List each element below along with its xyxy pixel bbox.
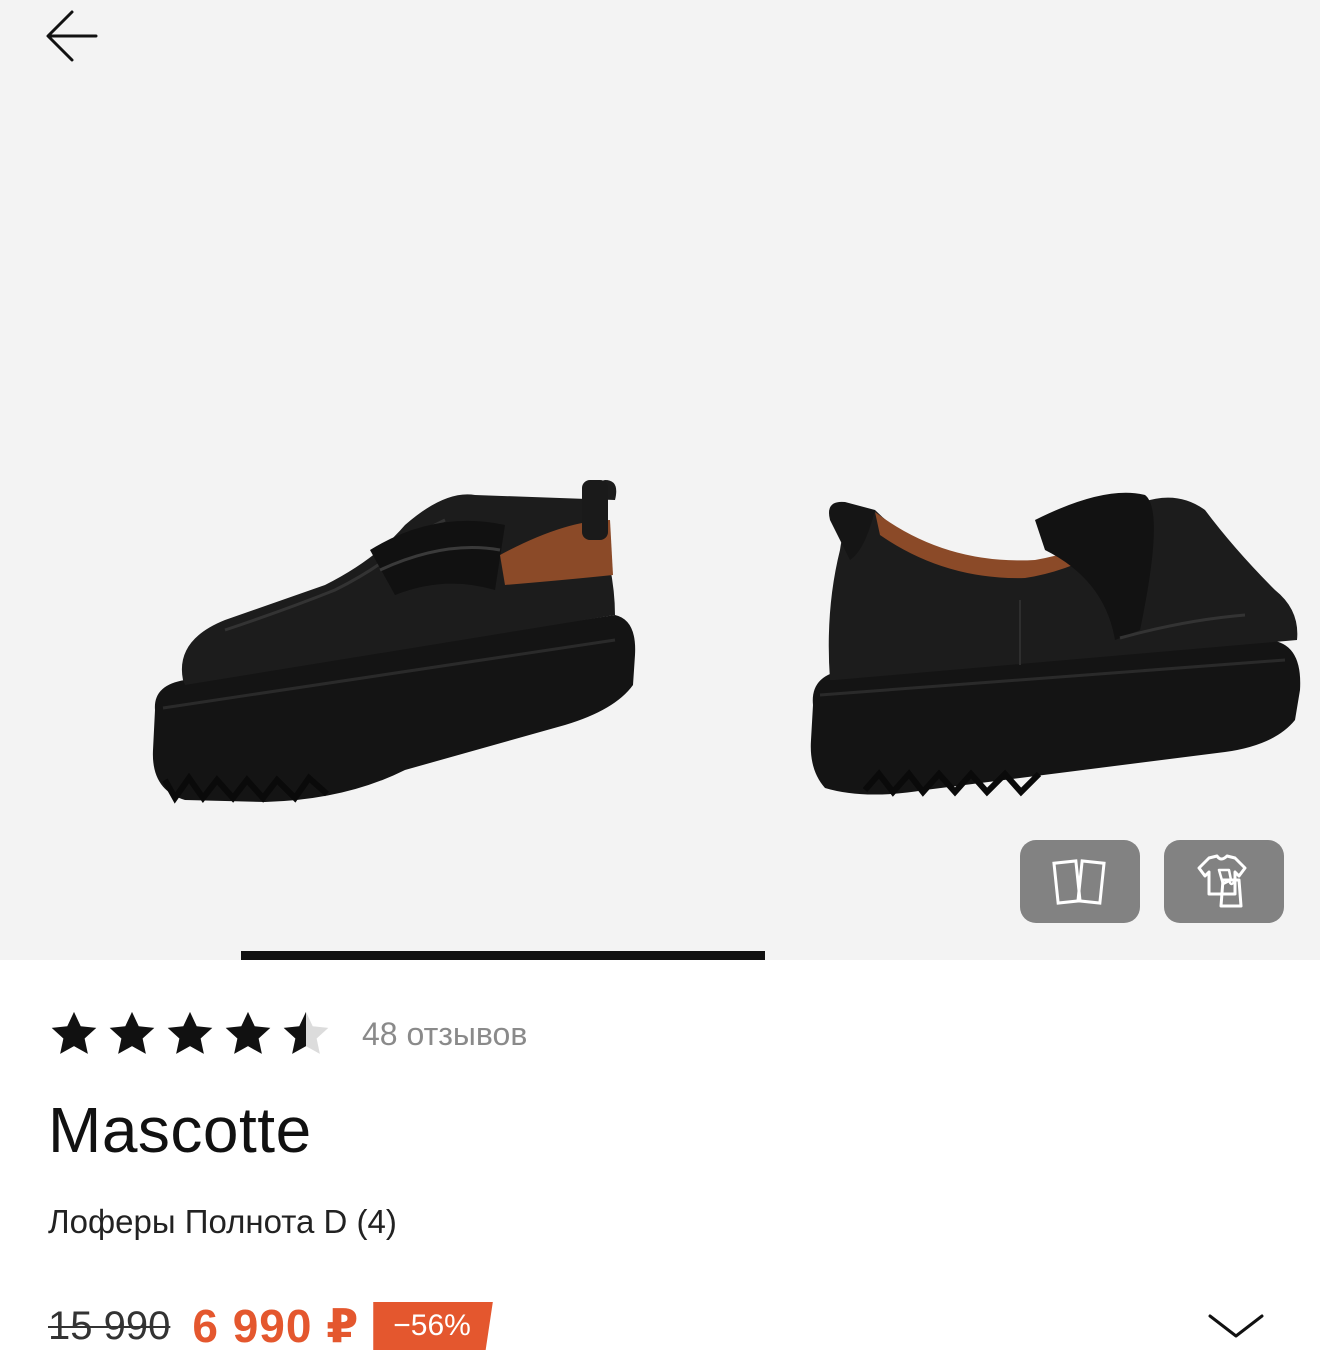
chevron-down-icon (1208, 1314, 1264, 1338)
current-price: 6 990 ₽ (192, 1300, 360, 1352)
gallery-progress-indicator (241, 951, 765, 960)
back-button[interactable] (36, 4, 108, 68)
virtual-fitting-button[interactable] (1164, 840, 1284, 923)
star-icon (51, 1011, 97, 1054)
discount-badge: −56% (373, 1302, 493, 1350)
compare-button[interactable] (1020, 840, 1140, 923)
reviews-count-link[interactable]: 48 отзывов (362, 1016, 527, 1053)
brand-title: Mascotte (48, 1094, 312, 1166)
expand-details-button[interactable] (1196, 1300, 1276, 1350)
product-name: Лоферы Полнота D (4) (48, 1203, 397, 1240)
star-icon (109, 1011, 155, 1054)
rating-stars (48, 1008, 332, 1060)
product-image-rear (810, 492, 1301, 797)
compare-icon (1052, 858, 1106, 905)
product-image-front (152, 480, 636, 804)
product-gallery[interactable] (0, 0, 1320, 960)
virtual-fitting-icon (1197, 854, 1247, 907)
star-half-icon (283, 1011, 329, 1054)
star-icon (167, 1011, 213, 1054)
price-row: 15 990 6 990 ₽ −56% (48, 1296, 493, 1356)
old-price: 15 990 (48, 1303, 171, 1348)
star-icon (225, 1011, 271, 1054)
arrow-left-icon (46, 10, 98, 62)
rating-row[interactable]: 48 отзывов (48, 1006, 527, 1062)
